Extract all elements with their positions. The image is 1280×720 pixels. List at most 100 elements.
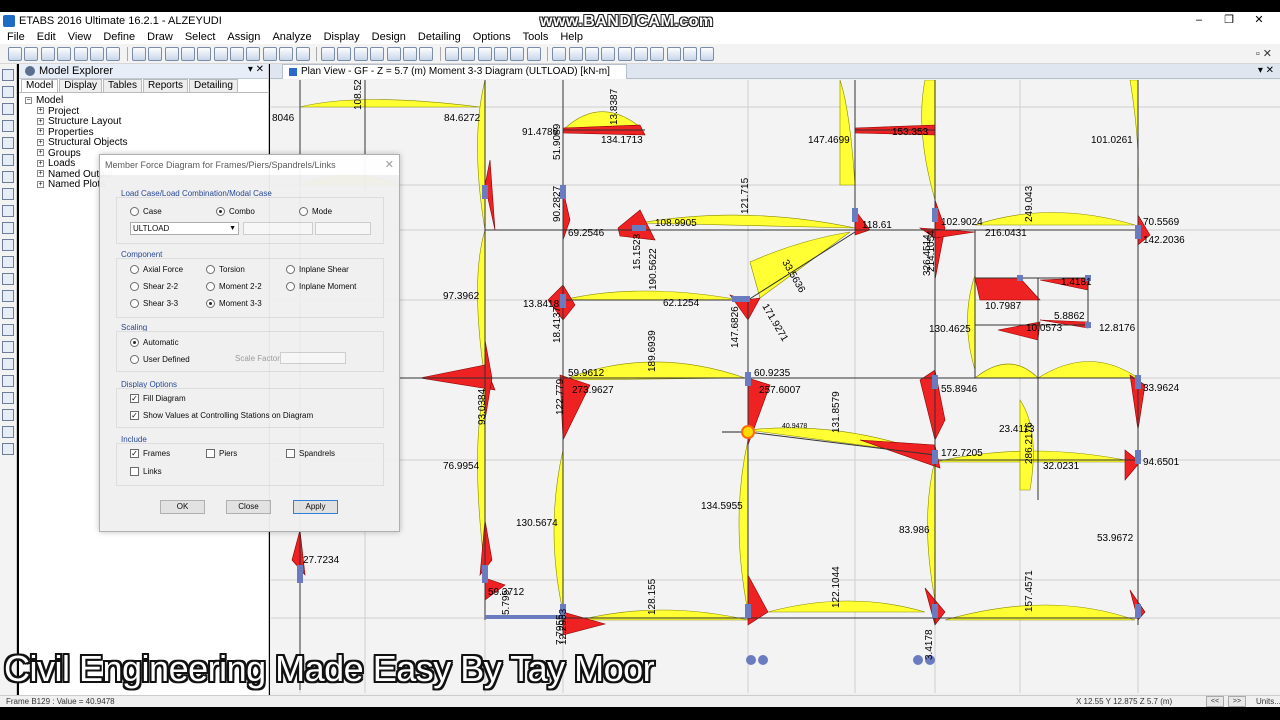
show-forces-icon[interactable] bbox=[419, 46, 434, 61]
move-up-icon[interactable] bbox=[321, 46, 336, 61]
snap-fine-grid-icon[interactable] bbox=[2, 443, 14, 455]
moment-2-2-radio[interactable]: Moment 2-2 bbox=[206, 282, 262, 291]
tab-display[interactable]: Display bbox=[59, 79, 103, 92]
snap-perpendicular-icon[interactable] bbox=[2, 409, 14, 421]
next-story-button[interactable]: >> bbox=[1228, 696, 1246, 707]
zoom-out-icon[interactable] bbox=[164, 46, 179, 61]
draw-strip-icon[interactable] bbox=[2, 341, 14, 353]
menu-file[interactable]: File bbox=[0, 31, 31, 43]
tab-model[interactable]: Model bbox=[21, 79, 59, 92]
new-model-icon[interactable] bbox=[8, 46, 22, 61]
menu-assign[interactable]: Assign bbox=[221, 31, 266, 43]
draw-link-icon[interactable] bbox=[2, 273, 14, 285]
draw-floor-icon[interactable] bbox=[2, 205, 14, 217]
save-icon[interactable] bbox=[40, 46, 55, 61]
tab-reports[interactable]: Reports bbox=[142, 79, 188, 92]
maximize-button[interactable]: ❐ bbox=[1214, 12, 1244, 29]
menu-display[interactable]: Display bbox=[318, 31, 366, 43]
menu-design[interactable]: Design bbox=[366, 31, 412, 43]
expand-icon[interactable]: + bbox=[37, 170, 44, 178]
draw-wall-tool-icon[interactable] bbox=[2, 188, 14, 200]
close-window-button[interactable]: ✕ bbox=[1244, 12, 1274, 29]
deselect-icon[interactable] bbox=[601, 46, 616, 61]
shear-2-2-radio[interactable]: Shear 2-2 bbox=[130, 282, 178, 291]
draw-dimension-icon[interactable] bbox=[2, 307, 14, 319]
open-icon[interactable] bbox=[24, 46, 39, 61]
minimize-button[interactable]: – bbox=[1184, 12, 1214, 29]
select-all-icon[interactable] bbox=[584, 46, 599, 61]
menu-options[interactable]: Options bbox=[467, 31, 517, 43]
expand-icon[interactable]: + bbox=[37, 117, 44, 125]
draw-tendon-icon[interactable] bbox=[2, 324, 14, 336]
expand-icon[interactable]: + bbox=[37, 138, 44, 146]
draw-brace-icon[interactable] bbox=[493, 46, 508, 61]
more-tools-icon[interactable] bbox=[699, 46, 714, 61]
mode-radio[interactable]: Mode bbox=[299, 207, 332, 216]
perspective-icon[interactable] bbox=[295, 46, 310, 61]
pan-icon[interactable] bbox=[213, 46, 228, 61]
shear-3-3-radio[interactable]: Shear 3-3 bbox=[130, 299, 178, 308]
restraint-icon[interactable] bbox=[617, 46, 632, 61]
links-checkbox[interactable]: Links bbox=[130, 467, 162, 476]
draw-frame-icon[interactable] bbox=[444, 46, 459, 61]
draw-beam-tool-icon[interactable] bbox=[2, 120, 14, 132]
zoom-window-icon[interactable] bbox=[131, 46, 146, 61]
dialog-close-icon[interactable]: ✕ bbox=[385, 155, 394, 175]
quick-draw-icon[interactable] bbox=[2, 137, 14, 149]
draw-rectangle-icon[interactable] bbox=[2, 239, 14, 251]
lock-icon[interactable] bbox=[89, 46, 104, 61]
draw-point-icon[interactable] bbox=[2, 256, 14, 268]
table-icon[interactable] bbox=[666, 46, 681, 61]
zoom-fit-icon[interactable] bbox=[180, 46, 195, 61]
redo-icon[interactable] bbox=[73, 46, 88, 61]
scale-factor-input[interactable] bbox=[280, 352, 346, 364]
draw-brace-tool-icon[interactable] bbox=[2, 171, 14, 183]
draw-slab-icon[interactable] bbox=[526, 46, 541, 61]
zoom-in-icon[interactable] bbox=[148, 46, 163, 61]
zoom-previous-icon[interactable] bbox=[197, 46, 212, 61]
expand-icon[interactable]: + bbox=[37, 128, 44, 136]
reshape-icon[interactable] bbox=[2, 86, 14, 98]
expand-icon[interactable]: + bbox=[37, 107, 44, 115]
piers-checkbox[interactable]: Piers bbox=[206, 449, 237, 458]
moment-diagram-canvas[interactable]: 8046108.5284.627291.478913.8387134.1713 1… bbox=[271, 80, 1280, 693]
pointer-icon[interactable] bbox=[2, 69, 14, 81]
close-button[interactable]: Close bbox=[226, 500, 271, 514]
case-radio[interactable]: Case bbox=[130, 207, 162, 216]
user-defined-radio[interactable]: User Defined bbox=[130, 355, 190, 364]
ok-button[interactable]: OK bbox=[160, 500, 205, 514]
frames-checkbox[interactable]: ✓ Frames bbox=[130, 449, 170, 458]
draw-column-icon[interactable] bbox=[477, 46, 492, 61]
undo-icon[interactable] bbox=[57, 46, 72, 61]
show-deformed-icon[interactable] bbox=[402, 46, 417, 61]
pencil-icon[interactable] bbox=[683, 46, 698, 61]
snap-intersections-icon[interactable] bbox=[2, 392, 14, 404]
draw-opening-icon[interactable] bbox=[2, 222, 14, 234]
moment-3-3-radio[interactable]: Moment 3-3 bbox=[206, 299, 262, 308]
restore-child-window-icon[interactable]: ▫ ✕ bbox=[1256, 47, 1272, 60]
axial-force-radio[interactable]: Axial Force bbox=[130, 265, 183, 274]
plan-view-tab[interactable]: Plan View - GF - Z = 5.7 (m) Moment 3-3 … bbox=[282, 64, 627, 79]
show-values-checkbox[interactable]: ✓ Show Values at Controlling Stations on … bbox=[130, 411, 313, 420]
draw-line-icon[interactable] bbox=[2, 103, 14, 115]
tab-detailing[interactable]: Detailing bbox=[188, 79, 238, 92]
section-cut-icon[interactable] bbox=[568, 46, 583, 61]
collapse-icon[interactable]: − bbox=[25, 96, 32, 104]
inplane-moment-radio[interactable]: Inplane Moment bbox=[286, 282, 356, 291]
fill-diagram-checkbox[interactable]: ✓ Fill Diagram bbox=[130, 394, 186, 403]
spandrels-checkbox[interactable]: Spandrels bbox=[286, 449, 335, 458]
expand-icon[interactable]: + bbox=[37, 159, 44, 167]
label-icon[interactable] bbox=[634, 46, 649, 61]
menu-define[interactable]: Define bbox=[97, 31, 141, 43]
snap-ends-icon[interactable] bbox=[2, 375, 14, 387]
draw-column-tool-icon[interactable] bbox=[2, 154, 14, 166]
menu-edit[interactable]: Edit bbox=[31, 31, 62, 43]
menu-detailing[interactable]: Detailing bbox=[412, 31, 467, 43]
move-down-icon[interactable] bbox=[337, 46, 352, 61]
plan-view-icon[interactable] bbox=[246, 46, 261, 61]
torsion-radio[interactable]: Torsion bbox=[206, 265, 245, 274]
snap-lines-icon[interactable] bbox=[2, 426, 14, 438]
combo-select[interactable]: ULTLOAD ▼ bbox=[130, 222, 239, 235]
draw-beam-icon[interactable] bbox=[461, 46, 476, 61]
snap-points-icon[interactable] bbox=[2, 358, 14, 370]
